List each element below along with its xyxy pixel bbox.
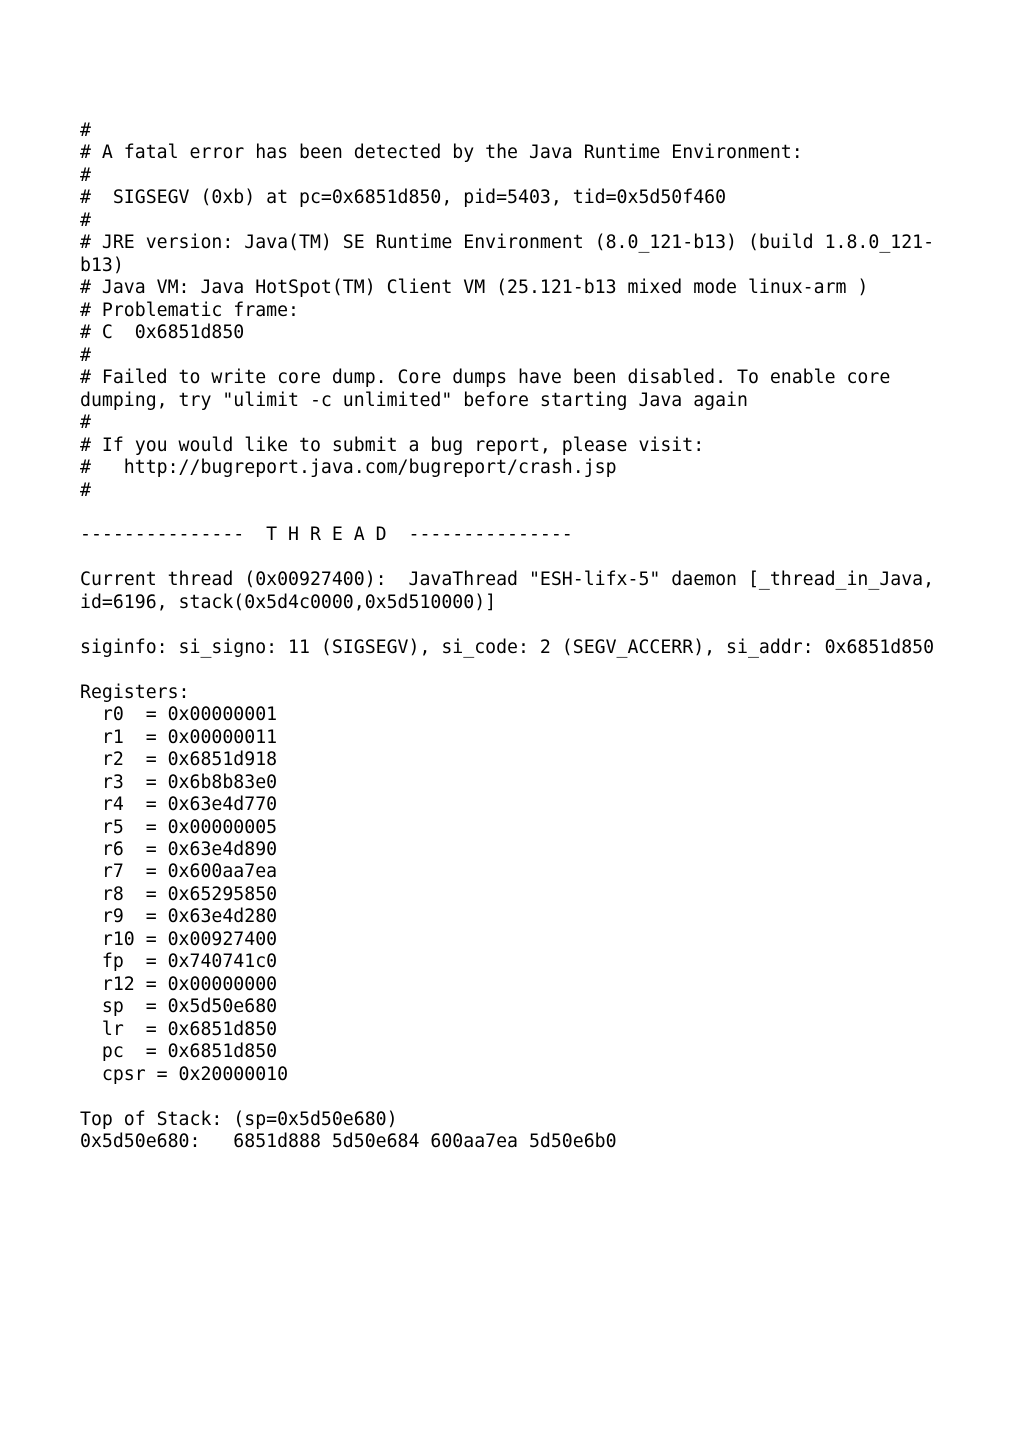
- crash-log-text: # # A fatal error has been detected by t…: [80, 120, 940, 1154]
